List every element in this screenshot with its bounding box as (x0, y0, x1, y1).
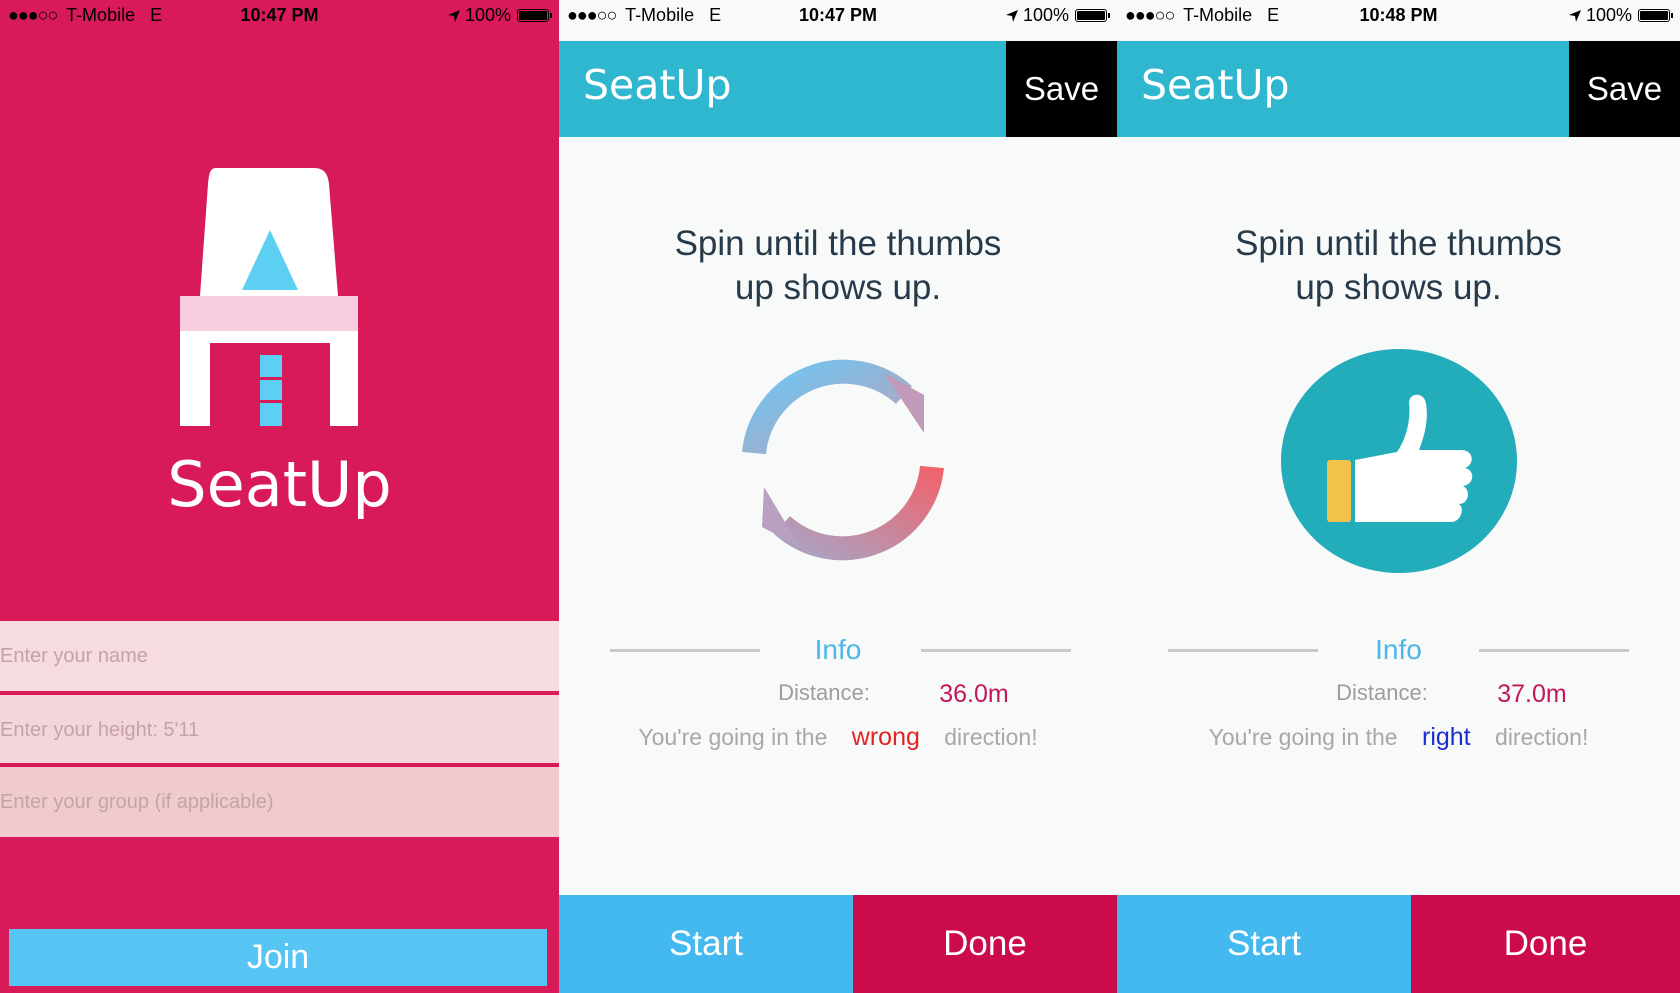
battery-percent: 100% (1585, 5, 1632, 25)
distance-label: Distance: (778, 680, 870, 705)
group-field[interactable] (0, 767, 559, 837)
nav-bar: SeatUp Save (1117, 41, 1680, 137)
nav-title: SeatUp (583, 61, 732, 109)
spin-screen-wrong: ●●●○○ T-Mobile E 10:47 PM 100% SeatUp Sa… (559, 0, 1117, 993)
battery-icon (1638, 9, 1673, 22)
distance-label: Distance: (1336, 680, 1428, 705)
instruction-text: Spin until the thumbs up shows up. (1117, 222, 1680, 310)
instruction-line-1: Spin until the thumbs (1235, 224, 1562, 263)
brand-title: SeatUp (167, 448, 392, 521)
info-section: Info (1117, 632, 1680, 672)
battery-percent: 100% (464, 5, 511, 25)
instruction-line-2: up shows up. (734, 268, 942, 307)
status-bar: ●●●○○ T-Mobile E 10:47 PM 100% (0, 0, 559, 30)
direction-status: right (1422, 723, 1471, 751)
info-section: Info (559, 632, 1117, 672)
battery-percent: 100% (1022, 5, 1069, 25)
info-divider-right (921, 649, 1071, 652)
thumbs-up-icon (1281, 349, 1517, 573)
field-divider (0, 763, 559, 766)
instruction-text: Spin until the thumbs up shows up. (559, 222, 1117, 310)
spin-screen-right: ●●●○○ T-Mobile E 10:48 PM 100% SeatUp Sa… (1117, 0, 1680, 993)
instruction-line-1: Spin until the thumbs (674, 224, 1002, 263)
location-arrow-icon (447, 9, 460, 22)
location-arrow-icon (1568, 9, 1581, 22)
start-button[interactable]: Start (559, 895, 853, 993)
chair-logo-icon (180, 168, 358, 426)
status-bar: ●●●○○ T-Mobile E 10:48 PM 100% (1117, 0, 1680, 30)
distance-value: 36.0m (939, 680, 1009, 708)
info-divider-right (1479, 649, 1629, 652)
battery-icon (517, 9, 552, 22)
refresh-icon (742, 359, 944, 561)
direction-suffix: direction! (1495, 724, 1589, 750)
direction-suffix: direction! (944, 724, 1038, 750)
direction-text: You're going in the right direction! (1117, 723, 1680, 752)
direction-status: wrong (851, 723, 920, 751)
start-button[interactable]: Start (1117, 895, 1411, 993)
save-button[interactable]: Save (1569, 41, 1680, 137)
name-field[interactable] (0, 621, 559, 691)
join-screen: ●●●○○ T-Mobile E 10:47 PM 100% SeatUp En… (0, 0, 559, 993)
height-field[interactable] (0, 695, 559, 765)
done-button[interactable]: Done (1411, 895, 1680, 993)
direction-prefix: You're going in the (638, 724, 828, 750)
instruction-line-2: up shows up. (1295, 268, 1502, 307)
join-button[interactable]: Join (9, 929, 547, 986)
status-bar: ●●●○○ T-Mobile E 10:47 PM 100% (559, 0, 1117, 30)
nav-bar: SeatUp Save (559, 41, 1117, 137)
distance-value: 37.0m (1497, 680, 1567, 708)
direction-prefix: You're going in the (1208, 724, 1398, 750)
field-divider (0, 691, 559, 694)
direction-text: You're going in the wrong direction! (559, 723, 1117, 752)
nav-title: SeatUp (1141, 61, 1290, 109)
done-button[interactable]: Done (853, 895, 1117, 993)
save-button[interactable]: Save (1006, 41, 1117, 137)
app-screenshots: ●●●○○ T-Mobile E 10:47 PM 100% SeatUp En… (0, 0, 1680, 993)
battery-icon (1075, 9, 1110, 22)
location-arrow-icon (1005, 9, 1018, 22)
